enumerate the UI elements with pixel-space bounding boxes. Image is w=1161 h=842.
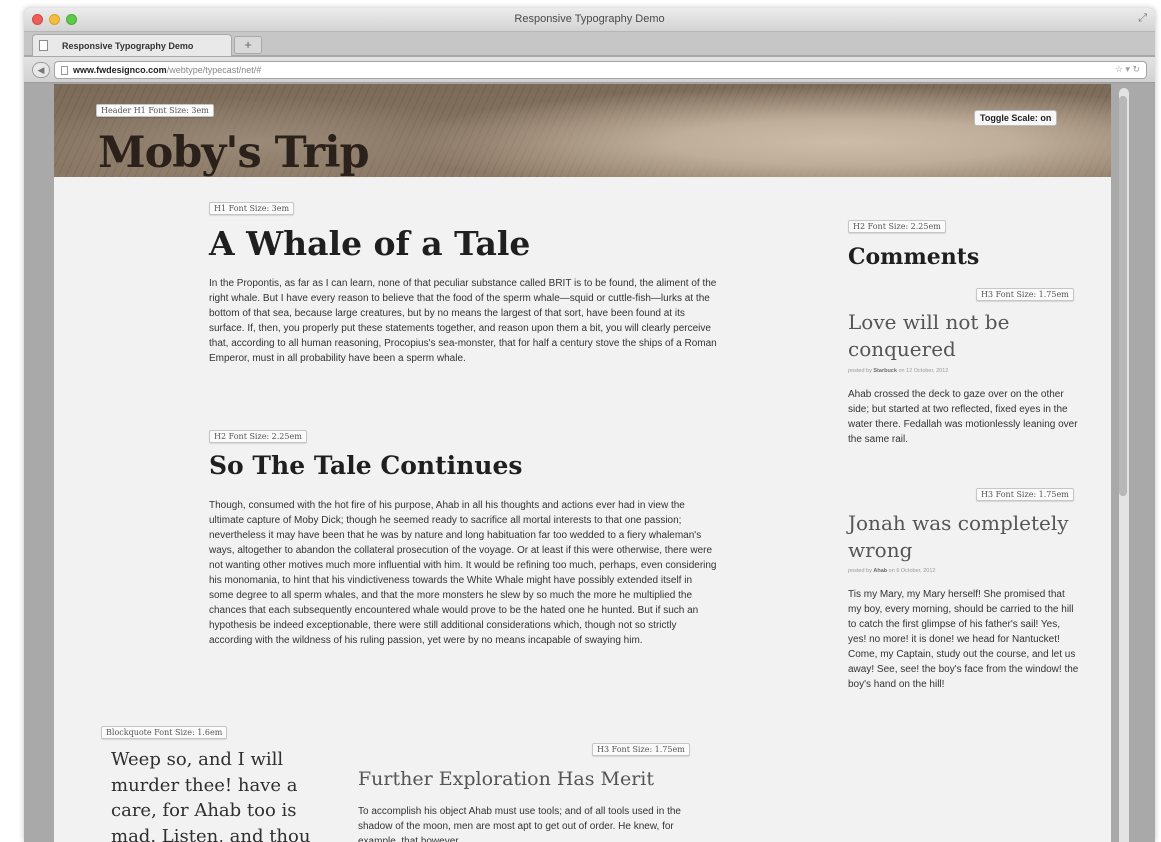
url-bar-icons: ☆ ▾ ↻ xyxy=(1115,64,1140,75)
site-header: Header H1 Font Size: 3em Moby's Trip Tog… xyxy=(54,84,1111,178)
url-path: /webtype/typecast/net/# xyxy=(166,65,262,75)
h1-font-size-label: H1 Font Size: 3em xyxy=(209,202,295,215)
tab-responsive-typography-demo[interactable]: Responsive Typography Demo xyxy=(32,34,232,56)
comment-title: Love will not be conquered xyxy=(848,310,1010,361)
window-title: Responsive Typography Demo xyxy=(514,13,665,25)
bookmark-star-icon[interactable]: ☆ xyxy=(1115,64,1123,74)
comments-heading: Comments xyxy=(848,244,980,270)
back-arrow-icon: ◀ xyxy=(37,65,45,75)
fullscreen-icon[interactable]: ⤢ xyxy=(1138,12,1147,25)
comment-title: Jonah was completely wrong xyxy=(848,511,1069,562)
comment-body: Tis my Mary, my Mary herself! She promis… xyxy=(848,589,1079,690)
url-domain: www.fwdesignco.com xyxy=(73,65,167,75)
new-tab-button[interactable]: + xyxy=(234,36,262,54)
back-button[interactable]: ◀ xyxy=(32,62,50,78)
address-bar[interactable]: www.fwdesignco.com /webtype/typecast/net… xyxy=(54,61,1147,79)
subsection-heading: Further Exploration Has Merit xyxy=(358,768,655,790)
page-icon xyxy=(61,65,68,75)
browser-window: Responsive Typography Demo ⤢ Responsive … xyxy=(24,8,1155,842)
comment-author[interactable]: Starbuck xyxy=(873,368,897,374)
tab-bar: Responsive Typography Demo + xyxy=(24,32,1155,56)
scrollbar-thumb[interactable] xyxy=(1119,96,1127,496)
article-paragraph: In the Propontis, as far as I can learn,… xyxy=(209,278,717,364)
article-heading: A Whale of a Tale xyxy=(209,224,531,263)
section-paragraph: Though, consumed with the hot fire of hi… xyxy=(209,500,717,646)
header-font-size-label: Header H1 Font Size: 3em xyxy=(96,104,214,117)
comment-meta: posted by Starbuck on 12 October, 2012 xyxy=(848,368,949,374)
dropdown-arrow-icon[interactable]: ▾ xyxy=(1125,64,1130,74)
section-heading: So The Tale Continues xyxy=(209,451,523,480)
subsection-paragraph: To accomplish his object Ahab must use t… xyxy=(358,806,681,842)
page-viewport: Header H1 Font Size: 3em Moby's Trip Tog… xyxy=(54,84,1111,842)
toggle-scale-button[interactable]: Toggle Scale: on xyxy=(974,110,1058,126)
site-title: Moby's Trip xyxy=(98,128,370,178)
h2-font-size-label: H2 Font Size: 2.25em xyxy=(209,430,307,443)
comment-meta: posted by Ahab on 6 October, 2012 xyxy=(848,568,936,574)
comment-body: Ahab crossed the deck to gaze over on th… xyxy=(848,389,1078,445)
comment-h3-font-size-label: H3 Font Size: 1.75em xyxy=(976,288,1074,301)
navigation-toolbar: ◀ www.fwdesignco.com /webtype/typecast/n… xyxy=(24,57,1155,83)
blockquote-font-size-label: Blockquote Font Size: 1.6em xyxy=(101,726,228,739)
tab-label: Responsive Typography Demo xyxy=(62,40,194,51)
h3-font-size-label: H3 Font Size: 1.75em xyxy=(592,743,690,756)
comment-h3-font-size-label: H3 Font Size: 1.75em xyxy=(976,488,1074,501)
sidebar-h2-font-size-label: H2 Font Size: 2.25em xyxy=(848,220,946,233)
page-icon xyxy=(39,40,48,51)
comment-author[interactable]: Ahab xyxy=(873,568,887,574)
blockquote: Weep so, and I will murder thee! have a … xyxy=(111,749,311,842)
page-scrollbar[interactable] xyxy=(1119,88,1129,842)
reload-icon[interactable]: ↻ xyxy=(1132,64,1140,74)
title-bar: Responsive Typography Demo ⤢ xyxy=(24,8,1155,32)
